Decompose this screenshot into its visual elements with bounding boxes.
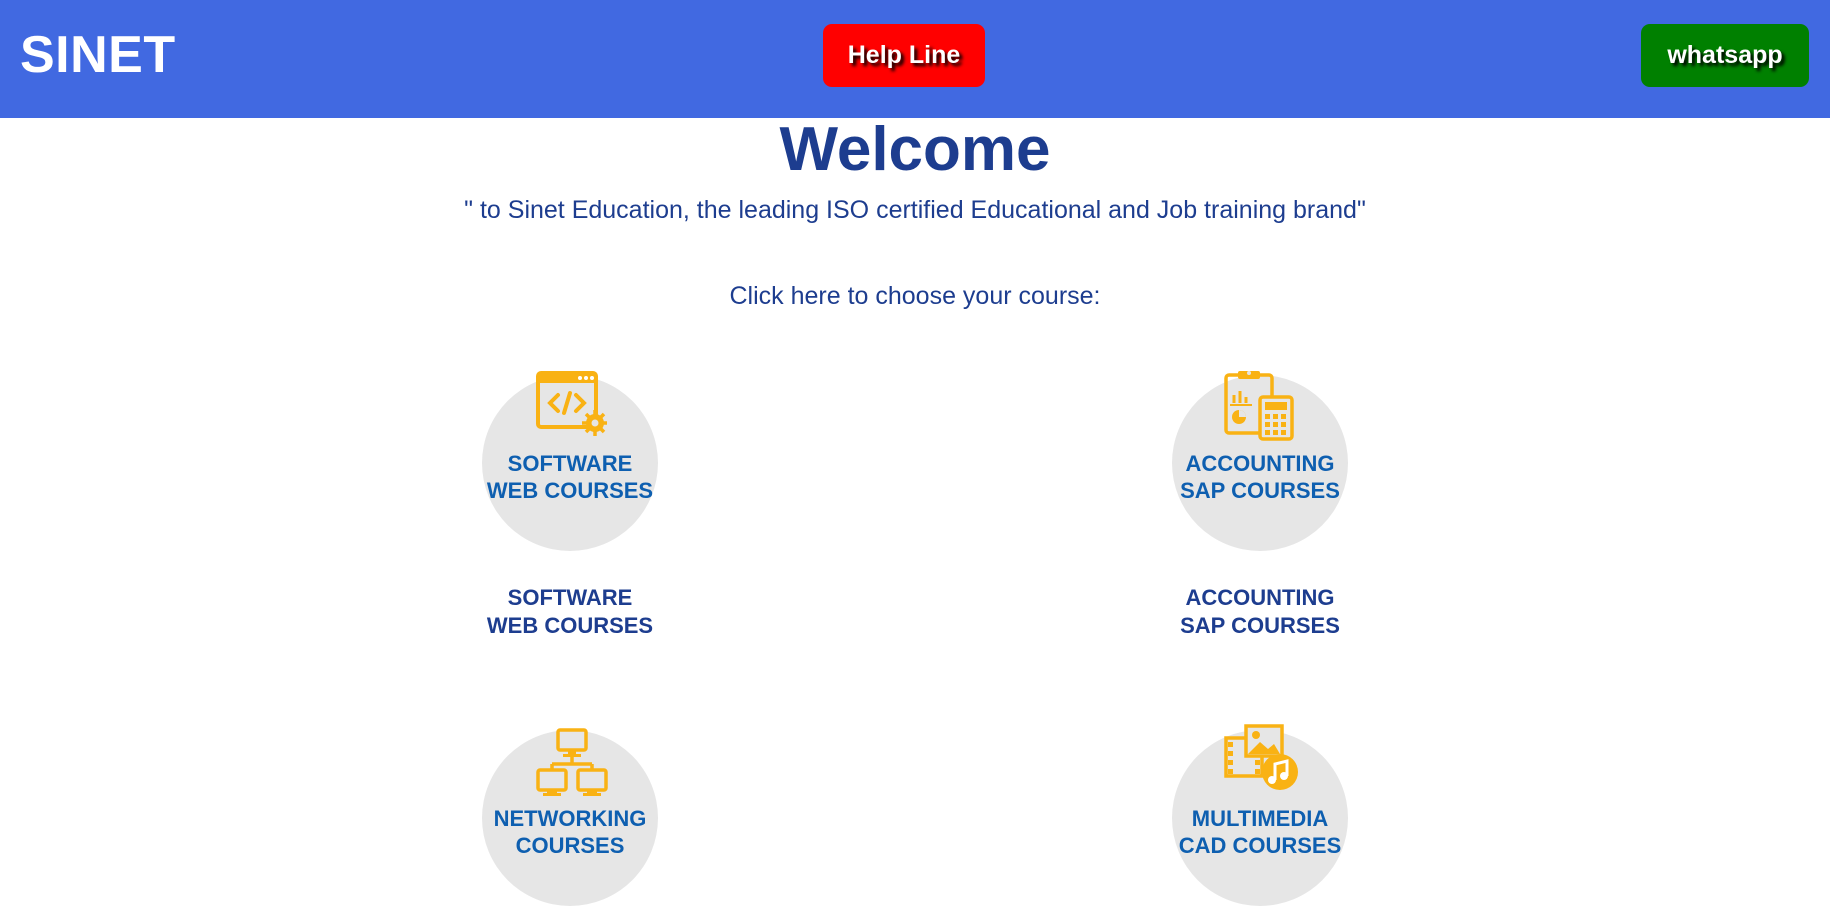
top-navbar: SINET Help Line whatsapp [0, 0, 1830, 118]
networking-tile-label: NETWORKING COURSES [482, 805, 658, 859]
tagline: " to Sinet Education, the leading ISO ce… [464, 196, 1366, 224]
caption-line1: ACCOUNTING [1185, 585, 1335, 610]
tile-label-line2: WEB COURSES [486, 478, 654, 503]
multimedia-course-tile[interactable]: MULTIMEDIA CAD COURSES [1172, 724, 1348, 906]
tile-label-line2: SAP COURSES [1180, 478, 1340, 503]
tile-label-line1: ACCOUNTING [1185, 451, 1335, 476]
network-icon [536, 728, 616, 800]
accounting-course-tile[interactable]: ACCOUNTING SAP COURSES [1172, 371, 1348, 551]
tile-label-line1: MULTIMEDIA [1191, 806, 1329, 831]
caption-line1: SOFTWARE [507, 585, 633, 610]
tile-label-line1: SOFTWARE [507, 451, 633, 476]
course-prompt: Click here to choose your course: [729, 282, 1101, 310]
multimedia-tile-label: MULTIMEDIA CAD COURSES [1172, 805, 1348, 859]
accounting-tile-label: ACCOUNTING SAP COURSES [1172, 450, 1348, 504]
help-line-button[interactable]: Help Line [823, 24, 985, 87]
clipboard-calculator-icon [1224, 369, 1304, 441]
software-course-tile[interactable]: SOFTWARE WEB COURSES [482, 371, 658, 551]
caption-line2: WEB COURSES [486, 613, 654, 638]
caption-line2: SAP COURSES [1180, 613, 1340, 638]
media-icon [1224, 724, 1304, 796]
tile-label-line2: CAD COURSES [1178, 833, 1342, 858]
networking-course-tile[interactable]: NETWORKING COURSES [482, 728, 658, 906]
whatsapp-button[interactable]: whatsapp [1641, 24, 1809, 87]
tile-label-line2: COURSES [515, 833, 625, 858]
software-tile-label: SOFTWARE WEB COURSES [482, 450, 658, 504]
tile-label-line1: NETWORKING [493, 806, 647, 831]
brand-logo[interactable]: SINET [20, 24, 176, 86]
accounting-course-caption[interactable]: ACCOUNTING SAP COURSES [1110, 584, 1410, 640]
page-title: Welcome [779, 115, 1051, 184]
code-window-icon [536, 371, 616, 443]
software-course-caption[interactable]: SOFTWARE WEB COURSES [420, 584, 720, 640]
